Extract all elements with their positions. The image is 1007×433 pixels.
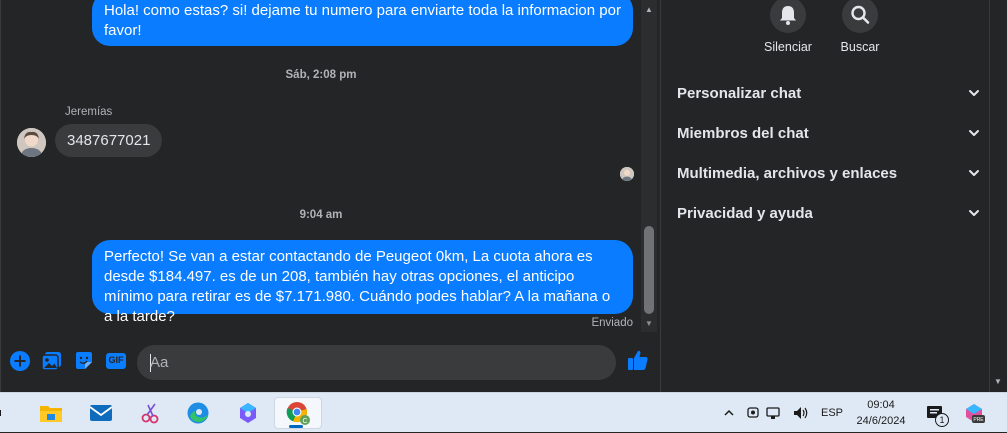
messenger-window: Hola! como estas? si! dejame tu numero p… [0, 0, 1007, 392]
plus-circle-icon[interactable] [9, 350, 31, 372]
show-hidden-icons-icon[interactable] [722, 393, 736, 433]
person-photo-icon [17, 128, 46, 157]
incoming-message[interactable]: 3487677021 [55, 124, 163, 157]
clock-time: 09:04 [867, 399, 895, 411]
gif-label: GIF [108, 355, 124, 365]
scroll-down-arrow-icon[interactable]: ▼ [641, 318, 657, 330]
scroll-down-arrow-icon[interactable]: ▼ [994, 377, 1002, 386]
avatar[interactable] [17, 128, 46, 157]
scrollbar-thumb[interactable] [644, 226, 654, 314]
task-view-icon[interactable] [0, 397, 10, 429]
section-label: Miembros del chat [677, 124, 809, 142]
timestamp: Sáb, 2:08 pm [285, 69, 357, 81]
section-privacy-help[interactable]: Privacidad y ayuda [677, 193, 981, 233]
bell-icon [770, 0, 806, 33]
section-label: Personalizar chat [677, 84, 802, 102]
volume-icon[interactable] [792, 393, 810, 433]
outgoing-message[interactable]: Perfecto! Se van a estar contactando de … [92, 240, 633, 325]
panel-scrollbar[interactable]: ▼ [989, 0, 1007, 392]
search-label: Buscar [840, 40, 880, 54]
person-photo-icon [620, 167, 634, 181]
search-icon [842, 0, 878, 33]
notification-count: 1 [935, 413, 949, 427]
svg-text:C: C [302, 418, 307, 425]
chevron-down-icon [969, 90, 979, 96]
section-label: Privacidad y ayuda [677, 204, 813, 222]
language-indicator[interactable]: ESP [821, 393, 843, 433]
section-label: Multimedia, archivos y enlaces [677, 164, 898, 182]
message-text: Hola! como estas? si! dejame tu numero p… [104, 2, 621, 39]
snipping-tool-icon[interactable] [131, 397, 171, 429]
photo-gallery-icon[interactable] [41, 350, 63, 372]
camera-privacy-icon[interactable] [746, 393, 760, 433]
clock-date: 24/6/2024 [856, 415, 906, 427]
outgoing-message[interactable]: Hola! como estas? si! dejame tu numero p… [92, 0, 633, 46]
notification-center-icon[interactable]: 1 [926, 393, 949, 433]
thumbs-up-icon[interactable] [627, 349, 649, 371]
seen-indicator-avatar [620, 167, 634, 181]
system-clock[interactable]: 09:04 24/6/2024 [848, 397, 914, 429]
network-icon[interactable] [765, 393, 781, 433]
sender-name: Jeremías [65, 106, 113, 118]
mail-icon[interactable] [81, 397, 121, 429]
chevron-down-icon [969, 210, 979, 216]
message-text: 3487677021 [67, 132, 151, 149]
timestamp: 9:04 am [299, 209, 343, 221]
message-thread[interactable]: Hola! como estas? si! dejame tu numero p… [1, 0, 641, 340]
message-input[interactable] [150, 345, 570, 380]
gif-icon[interactable]: GIF [105, 350, 127, 372]
message-input-container[interactable] [137, 345, 744, 380]
copilot-icon[interactable] [228, 397, 268, 429]
svg-text:PRE: PRE [973, 417, 984, 423]
chevron-down-icon [969, 170, 979, 176]
section-chat-members[interactable]: Miembros del chat [677, 113, 981, 153]
edge-icon[interactable] [178, 397, 218, 429]
mute-button[interactable]: Silenciar [753, 0, 823, 54]
delivery-status: Enviado [591, 317, 633, 329]
windows-taskbar: C ESP 09:04 24/6/2024 1 PRE [0, 392, 1007, 432]
message-composer: GIF [1, 340, 744, 392]
scroll-up-arrow-icon[interactable]: ▲ [641, 4, 657, 16]
chevron-down-icon [969, 130, 979, 136]
section-customize-chat[interactable]: Personalizar chat [677, 73, 981, 113]
chat-scrollbar[interactable]: ▲ ▼ [641, 0, 657, 332]
file-explorer-icon[interactable] [31, 397, 71, 429]
chat-info-panel: Silenciar Buscar Personalizar chat Miemb… [661, 0, 989, 392]
section-media-files-links[interactable]: Multimedia, archivos y enlaces [677, 153, 981, 193]
active-app-indicator [289, 425, 303, 428]
sticker-icon[interactable] [73, 350, 95, 372]
message-text: Perfecto! Se van a estar contactando de … [104, 248, 611, 325]
copilot-preview-icon[interactable]: PRE [962, 393, 986, 433]
chrome-icon[interactable]: C [274, 397, 322, 429]
search-button[interactable]: Buscar [825, 0, 895, 54]
mute-label: Silenciar [764, 40, 812, 54]
